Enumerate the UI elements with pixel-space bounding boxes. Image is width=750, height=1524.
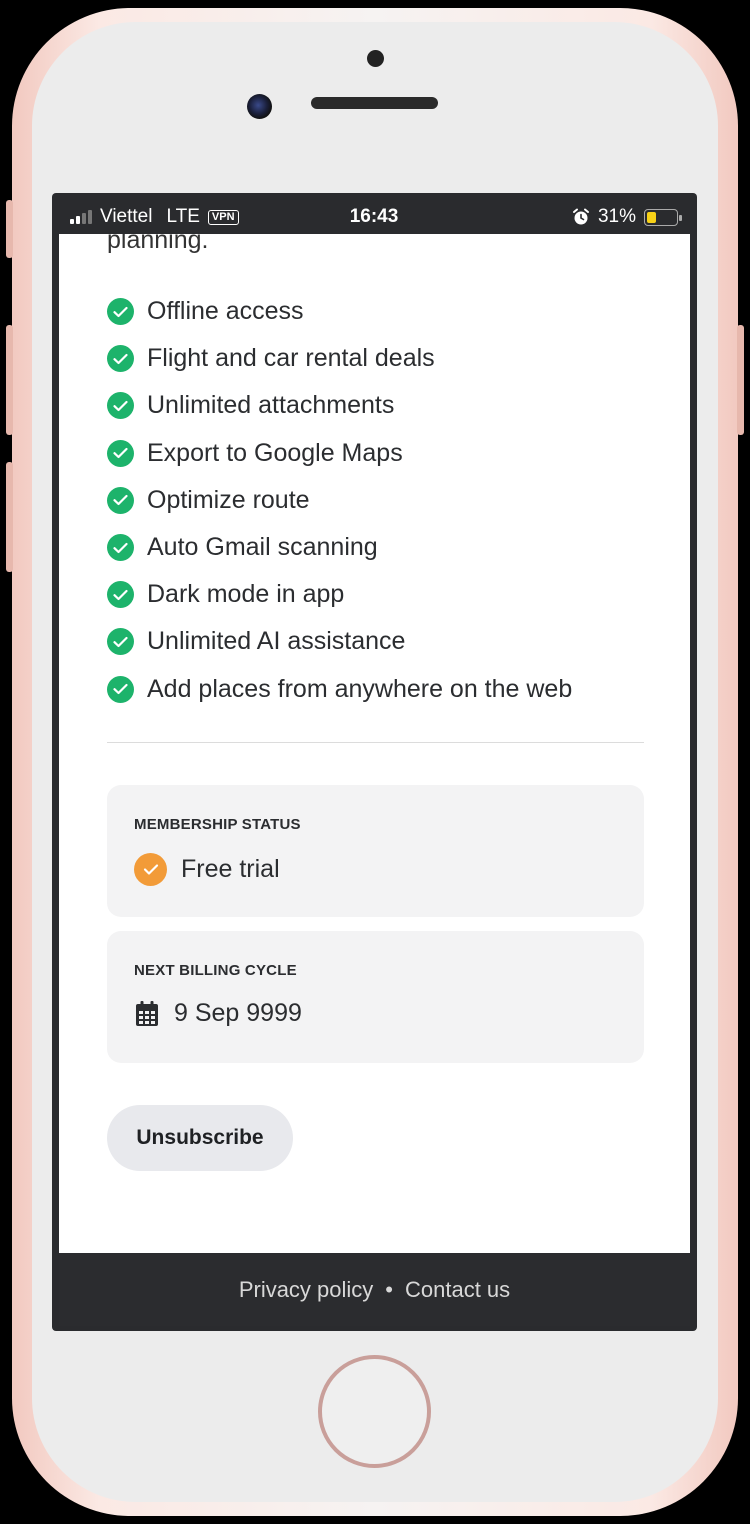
calendar-icon (136, 1000, 158, 1026)
proximity-sensor (367, 50, 384, 67)
check-circle-icon (134, 853, 167, 886)
feature-item: Export to Google Maps (107, 430, 572, 477)
feature-label: Flight and car rental deals (147, 344, 435, 373)
billing-cycle-card: NEXT BILLING CYCLE 9 Sep 9999 (107, 931, 644, 1063)
check-icon (107, 486, 134, 514)
check-icon (107, 534, 134, 562)
home-button[interactable] (318, 1355, 431, 1468)
check-icon (107, 392, 134, 420)
feature-item: Optimize route (107, 477, 572, 524)
main-content[interactable]: planning. Offline access Flight and car … (59, 234, 690, 1253)
check-icon (107, 298, 134, 326)
unsubscribe-button[interactable]: Unsubscribe (107, 1105, 293, 1171)
section-divider (107, 742, 644, 743)
feature-item: Unlimited attachments (107, 382, 572, 429)
check-icon (107, 675, 134, 703)
battery-percent: 31% (597, 206, 636, 227)
mute-switch (6, 200, 13, 258)
footer-separator: • (385, 1276, 393, 1302)
battery-fill (647, 211, 656, 223)
battery-icon (644, 208, 682, 226)
feature-label: Unlimited attachments (147, 391, 395, 420)
feature-item: Offline access (107, 288, 572, 335)
feature-item: Auto Gmail scanning (107, 524, 572, 571)
feature-label: Export to Google Maps (147, 438, 403, 467)
volume-up-button (6, 325, 13, 435)
feature-item: Add places from anywhere on the web (107, 666, 572, 713)
footer: Privacy policy • Contact us (59, 1253, 690, 1326)
membership-status-card: MEMBERSHIP STATUS Free trial (107, 785, 644, 917)
membership-status-value: Free trial (181, 855, 280, 883)
check-icon (107, 345, 134, 373)
description-text: planning. (107, 234, 209, 254)
membership-status-label: MEMBERSHIP STATUS (134, 816, 301, 833)
check-icon (107, 439, 134, 467)
volume-down-button (6, 462, 13, 572)
check-icon (107, 581, 134, 609)
feature-label: Dark mode in app (147, 580, 345, 609)
feature-label: Optimize route (147, 485, 310, 514)
billing-cycle-label: NEXT BILLING CYCLE (134, 962, 297, 979)
feature-label: Offline access (147, 297, 304, 326)
alarm-icon (572, 208, 589, 225)
feature-list: Offline access Flight and car rental dea… (107, 288, 572, 713)
billing-cycle-value: 9 Sep 9999 (174, 999, 302, 1027)
status-bar: Viettel LTE VPN 16:43 31% (58, 200, 690, 234)
privacy-policy-link[interactable]: Privacy policy (239, 1277, 373, 1303)
power-button (737, 325, 744, 435)
check-icon (107, 628, 134, 656)
feature-label: Unlimited AI assistance (147, 627, 406, 656)
feature-item: Flight and car rental deals (107, 335, 572, 382)
feature-item: Dark mode in app (107, 571, 572, 618)
feature-label: Auto Gmail scanning (147, 533, 378, 562)
feature-item: Unlimited AI assistance (107, 618, 572, 665)
contact-us-link[interactable]: Contact us (405, 1277, 510, 1303)
front-camera-icon (247, 94, 272, 119)
feature-label: Add places from anywhere on the web (147, 674, 573, 703)
earpiece-speaker (311, 97, 438, 109)
